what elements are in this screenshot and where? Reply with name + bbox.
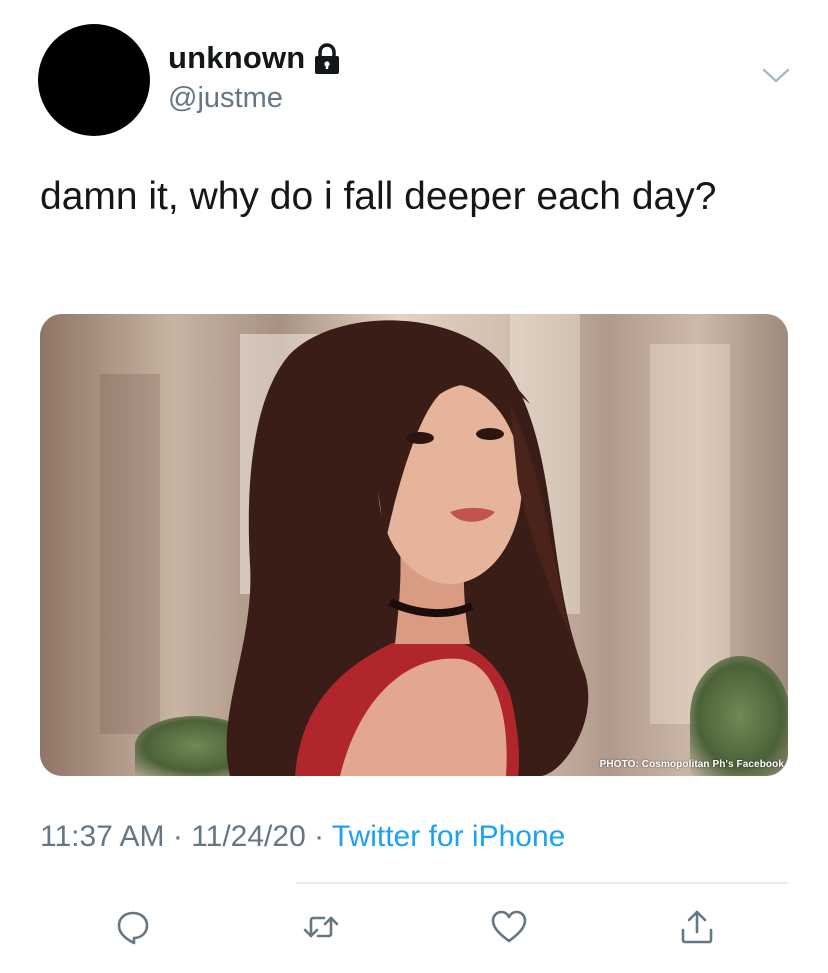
meta-separator: · bbox=[305, 820, 332, 853]
display-name[interactable]: unknown bbox=[168, 40, 305, 76]
heart-icon bbox=[491, 910, 527, 943]
photo-credit: PHOTO: Cosmopolitan Ph's Facebook bbox=[599, 759, 784, 770]
avatar[interactable] bbox=[38, 24, 150, 136]
user-header[interactable]: unknown bbox=[168, 40, 341, 76]
reply-icon bbox=[117, 911, 149, 945]
tweet-text: damn it, why do i fall deeper each day? bbox=[40, 175, 717, 218]
lock-icon bbox=[313, 42, 341, 76]
tweet-time: 11:37 AM bbox=[40, 820, 165, 853]
share-icon bbox=[681, 910, 713, 944]
share-button[interactable] bbox=[676, 906, 718, 948]
tweet-meta: 11:37 AM · 11/24/20 · Twitter for iPhone bbox=[40, 820, 565, 854]
user-handle[interactable]: @justme bbox=[168, 82, 283, 115]
retweet-icon bbox=[303, 916, 339, 938]
meta-separator: · bbox=[164, 820, 192, 853]
tweet-date: 11/24/20 bbox=[191, 820, 306, 853]
tweet-source-link[interactable]: Twitter for iPhone bbox=[332, 820, 565, 853]
tweet-photo[interactable]: PHOTO: Cosmopolitan Ph's Facebook bbox=[40, 314, 788, 776]
retweet-button[interactable] bbox=[300, 906, 342, 948]
reply-button[interactable] bbox=[112, 906, 154, 948]
divider bbox=[296, 882, 788, 884]
chevron-down-icon[interactable] bbox=[760, 64, 792, 88]
like-button[interactable] bbox=[488, 906, 530, 948]
